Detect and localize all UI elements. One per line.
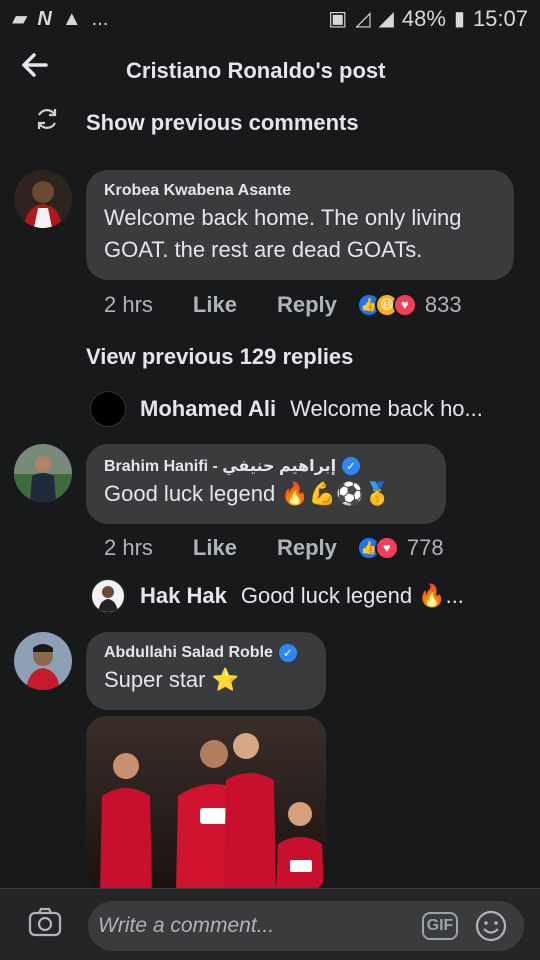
- like-button[interactable]: Like: [193, 535, 237, 561]
- comment-actions: 2 hrs Like Reply 👍 ♥ 778: [104, 535, 452, 561]
- avatar: [90, 578, 126, 614]
- post-header: Cristiano Ronaldo's post: [0, 48, 540, 96]
- view-previous-replies-button[interactable]: View previous 129 replies: [86, 344, 353, 370]
- love-reaction-icon: ♥: [392, 293, 417, 317]
- reply-button[interactable]: Reply: [277, 535, 337, 561]
- comment-actions: 2 hrs Like Reply 👍 😆 ♥ 833: [104, 292, 470, 318]
- battery-percent: 48%: [401, 6, 446, 31]
- battery-icon: ▮: [453, 8, 465, 30]
- reply-author: Hak Hak: [140, 583, 227, 608]
- reaction-count: 833: [424, 292, 462, 317]
- verified-badge-icon: ✓: [342, 457, 361, 475]
- comment-author[interactable]: Abdullahi Salad Roble ✓: [104, 644, 308, 662]
- back-arrow-icon[interactable]: [20, 50, 48, 87]
- comment-author-name: Abdullahi Salad Roble: [104, 644, 273, 661]
- comment-text: Super star ⭐: [104, 667, 239, 692]
- reaction-summary[interactable]: 👍 ♥ 778: [356, 535, 444, 561]
- reply-preview[interactable]: Hak Hak Good luck legend 🔥...: [90, 578, 464, 614]
- refresh-icon: [34, 106, 60, 139]
- reply-preview-text: Welcome back ho...: [290, 396, 483, 421]
- signal-strength-icon: ◢: [378, 8, 394, 30]
- reply-preview[interactable]: Mohamed Ali Welcome back ho...: [90, 391, 483, 427]
- heart-box-icon: ▣: [328, 8, 348, 30]
- comment-bubble: Brahim Hanifi - إبراهيم حنيفي ✓ Good luc…: [86, 444, 446, 524]
- reply-button[interactable]: Reply: [277, 292, 337, 318]
- comment-author[interactable]: Krobea Kwabena Asante: [104, 182, 496, 200]
- reaction-summary[interactable]: 👍 😆 ♥ 833: [356, 292, 462, 318]
- verified-badge-icon: ✓: [278, 644, 297, 662]
- show-previous-label: Show previous comments: [86, 109, 359, 135]
- comment-input[interactable]: [98, 901, 398, 951]
- comment-time[interactable]: 2 hrs: [104, 292, 153, 318]
- comment-time[interactable]: 2 hrs: [104, 535, 153, 561]
- avatar: [90, 391, 126, 427]
- comment-photo[interactable]: [86, 716, 326, 892]
- reply-preview-text: Good luck legend 🔥...: [240, 583, 464, 608]
- comment-text: Good luck legend 🔥💪⚽🥇: [104, 481, 391, 506]
- status-ellipsis: ...: [91, 8, 109, 30]
- avatar[interactable]: [14, 444, 72, 502]
- reaction-count: 778: [406, 535, 444, 560]
- comment-composer: GIF: [0, 888, 540, 960]
- camera-icon[interactable]: [28, 907, 62, 937]
- avatar[interactable]: [14, 632, 72, 690]
- warning-icon: ▲: [61, 8, 82, 30]
- comment-bubble: Abdullahi Salad Roble ✓ Super star ⭐: [86, 632, 326, 710]
- chat-icon: ▰: [12, 8, 28, 30]
- network-icon: N: [37, 8, 52, 30]
- comment-author[interactable]: Brahim Hanifi - إبراهيم حنيفي ✓: [104, 456, 428, 476]
- gif-button[interactable]: GIF: [422, 912, 458, 940]
- like-button[interactable]: Like: [193, 292, 237, 318]
- avatar[interactable]: [14, 170, 72, 228]
- comment-bubble: Krobea Kwabena Asante Welcome back home.…: [86, 170, 514, 280]
- page-title: Cristiano Ronaldo's post: [126, 58, 386, 83]
- status-bar: ▰ N ▲ ... ▣ ◿ ◢ 48% ▮ 15:07: [0, 0, 540, 40]
- comment-input-container: GIF: [88, 901, 524, 951]
- reply-author: Mohamed Ali: [140, 396, 277, 421]
- signal-icon: ◿: [355, 8, 371, 30]
- show-previous-comments-button[interactable]: Show previous comments: [34, 106, 359, 139]
- comment-text: Welcome back home. The only living GOAT.…: [104, 205, 462, 262]
- love-reaction-icon: ♥: [374, 536, 399, 560]
- comment-author-name: Brahim Hanifi - إبراهيم حنيفي: [104, 458, 337, 475]
- emoji-icon[interactable]: [474, 909, 508, 943]
- clock: 15:07: [472, 6, 528, 31]
